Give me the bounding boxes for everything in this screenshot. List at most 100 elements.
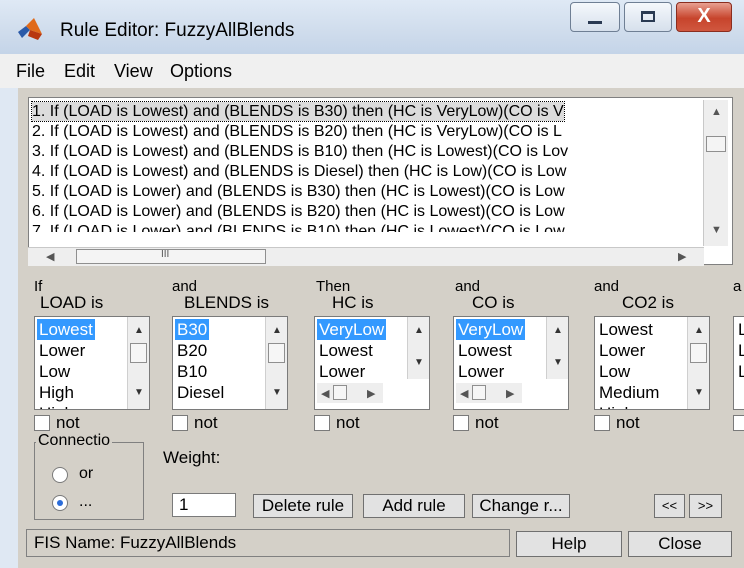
rule-item[interactable]: 4. If (LOAD is Lowest) and (BLENDS is Di… [32,162,566,181]
scroll-up-icon[interactable]: ▲ [711,106,722,118]
scroll-down-icon[interactable]: ▼ [272,387,282,398]
scroll-thumb[interactable]: III [76,249,266,264]
scroll-thumb[interactable] [268,343,285,363]
scroll-up-icon[interactable]: ▲ [414,325,424,336]
list-item[interactable]: L [736,340,744,361]
minimize-button[interactable] [570,2,620,32]
list-item[interactable]: Lower [317,361,367,382]
scroll-down-icon[interactable]: ▼ [694,387,704,398]
scroll-right-icon[interactable]: ▶ [678,250,686,263]
list-item[interactable]: VeryLow [456,319,526,340]
list-item[interactable]: Lower [456,361,506,382]
membership-listbox[interactable]: LowestLowerLowMediumHigh▲▼ [594,316,710,410]
menu-file[interactable]: File [16,61,45,82]
list-item[interactable]: Lower [597,340,647,361]
list-item[interactable]: Lowest [317,340,375,361]
list-item[interactable]: Low [37,361,72,382]
scroll-thumb[interactable] [333,385,347,400]
list-item[interactable]: Lower [37,340,87,361]
list-item[interactable]: VeryLow [317,319,387,340]
weight-input[interactable] [172,493,236,517]
column-connector: a [733,278,742,295]
scroll-down-icon[interactable]: ▼ [134,387,144,398]
rule-item[interactable]: 1. If (LOAD is Lowest) and (BLENDS is B3… [31,101,565,122]
scroll-left-icon[interactable]: ◀ [460,387,468,400]
rules-horizontal-scrollbar[interactable]: ◀ III ▶ [28,247,704,266]
list-item[interactable]: High [597,403,636,409]
close-button[interactable]: Close [628,531,732,557]
list-item[interactable]: Diesel [175,382,226,403]
menu-edit[interactable]: Edit [64,61,95,82]
scroll-thumb[interactable] [130,343,147,363]
help-button[interactable]: Help [516,531,622,557]
column-label: CO is [472,293,515,312]
list-item[interactable]: Higher [37,403,91,409]
delete-rule-button[interactable]: Delete rule [253,494,353,518]
list-item[interactable]: B20 [175,340,209,361]
scroll-down-icon[interactable]: ▼ [553,357,563,368]
scroll-left-icon[interactable]: ◀ [321,387,329,400]
next-page-button[interactable]: >> [689,494,722,518]
window-close-button[interactable]: X [676,2,732,32]
rule-item[interactable]: 6. If (LOAD is Lower) and (BLENDS is B20… [32,202,565,221]
not-checkbox[interactable] [34,415,50,431]
rules-listbox[interactable]: 1. If (LOAD is Lowest) and (BLENDS is B3… [28,97,733,265]
scroll-up-icon[interactable]: ▲ [694,325,704,336]
add-rule-button[interactable]: Add rule [363,494,465,518]
list-vertical-scrollbar[interactable]: ▲ ▼ [265,317,287,409]
rule-item[interactable]: 3. If (LOAD is Lowest) and (BLENDS is B1… [32,142,568,161]
list-horizontal-scrollbar[interactable]: ◀ ▶ [317,383,383,403]
not-checkbox[interactable] [314,415,330,431]
scroll-left-icon[interactable]: ◀ [46,250,54,263]
list-vertical-scrollbar[interactable]: ▲ ▼ [407,317,429,379]
list-vertical-scrollbar[interactable]: ▲ ▼ [127,317,149,409]
list-horizontal-scrollbar[interactable]: ◀ ▶ [456,383,522,403]
not-checkbox[interactable] [172,415,188,431]
list-item[interactable]: B30 [175,319,210,340]
not-checkbox[interactable] [453,415,469,431]
list-item[interactable]: B10 [175,361,209,382]
membership-listbox[interactable]: LLL [733,316,744,410]
scroll-thumb[interactable] [690,343,707,363]
rule-item[interactable]: 2. If (LOAD is Lowest) and (BLENDS is B2… [32,122,562,141]
list-vertical-scrollbar[interactable]: ▲ ▼ [546,317,568,379]
list-vertical-scrollbar[interactable]: ▲ ▼ [687,317,709,409]
rules-vertical-scrollbar[interactable]: ▲ ▼ [703,100,728,246]
list-item[interactable]: L [736,319,744,340]
list-item[interactable]: none [175,403,217,409]
scroll-up-icon[interactable]: ▲ [272,325,282,336]
scroll-up-icon[interactable]: ▲ [553,325,563,336]
list-item[interactable]: Lowest [597,319,655,340]
list-item[interactable]: Low [597,361,632,382]
scroll-down-icon[interactable]: ▼ [711,224,722,236]
membership-listbox[interactable]: VeryLow Lowest Lower ▲ ▼ ◀ ▶ [453,316,569,410]
radio-or[interactable] [52,467,68,483]
list-item[interactable]: Lowest [37,319,95,340]
scroll-right-icon[interactable]: ▶ [367,387,375,400]
prev-page-button[interactable]: << [654,494,685,518]
column-connector: and [594,278,620,295]
scroll-up-icon[interactable]: ▲ [134,325,144,336]
not-checkbox[interactable] [733,415,744,431]
membership-listbox[interactable]: LowestLowerLowHighHigher▲▼ [34,316,150,410]
maximize-button[interactable] [624,2,672,32]
membership-listbox[interactable]: VeryLow Lowest Lower ▲ ▼ ◀ ▶ [314,316,430,410]
not-label: not [475,413,499,432]
rule-item[interactable]: 5. If (LOAD is Lower) and (BLENDS is B30… [32,182,565,201]
menu-view[interactable]: View [114,61,153,82]
scroll-right-icon[interactable]: ▶ [506,387,514,400]
rule-item[interactable]: 7. If (LOAD is Lower) and (BLENDS is B10… [32,222,565,232]
not-checkbox[interactable] [594,415,610,431]
list-item[interactable]: Medium [597,382,661,403]
menu-options[interactable]: Options [170,61,232,82]
scroll-thumb[interactable] [472,385,486,400]
scroll-down-icon[interactable]: ▼ [414,357,424,368]
not-label: not [616,413,640,432]
list-item[interactable]: L [736,361,744,382]
membership-listbox[interactable]: B30B20B10Dieselnone▲▼ [172,316,288,410]
change-rule-button[interactable]: Change r... [472,494,570,518]
radio-and[interactable] [52,495,68,511]
scroll-thumb[interactable] [706,136,726,152]
list-item[interactable]: High [37,382,76,403]
list-item[interactable]: Lowest [456,340,514,361]
